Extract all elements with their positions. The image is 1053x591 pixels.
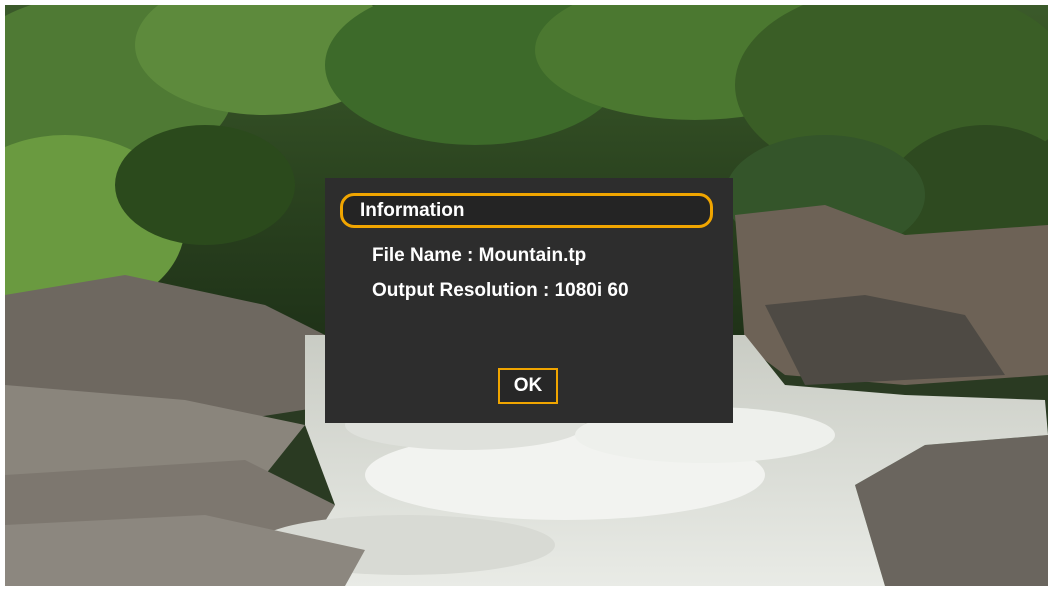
file-name-line: File Name : Mountain.tp bbox=[372, 245, 587, 266]
tv-screen: Information File Name : Mountain.tp Outp… bbox=[5, 5, 1048, 586]
dialog-title: Information bbox=[360, 199, 465, 221]
dialog-title-bar: Information bbox=[340, 193, 713, 228]
output-resolution-line: Output Resolution : 1080i 60 bbox=[372, 280, 629, 301]
ok-button[interactable]: OK bbox=[498, 368, 558, 404]
information-dialog: Information File Name : Mountain.tp Outp… bbox=[325, 178, 733, 423]
